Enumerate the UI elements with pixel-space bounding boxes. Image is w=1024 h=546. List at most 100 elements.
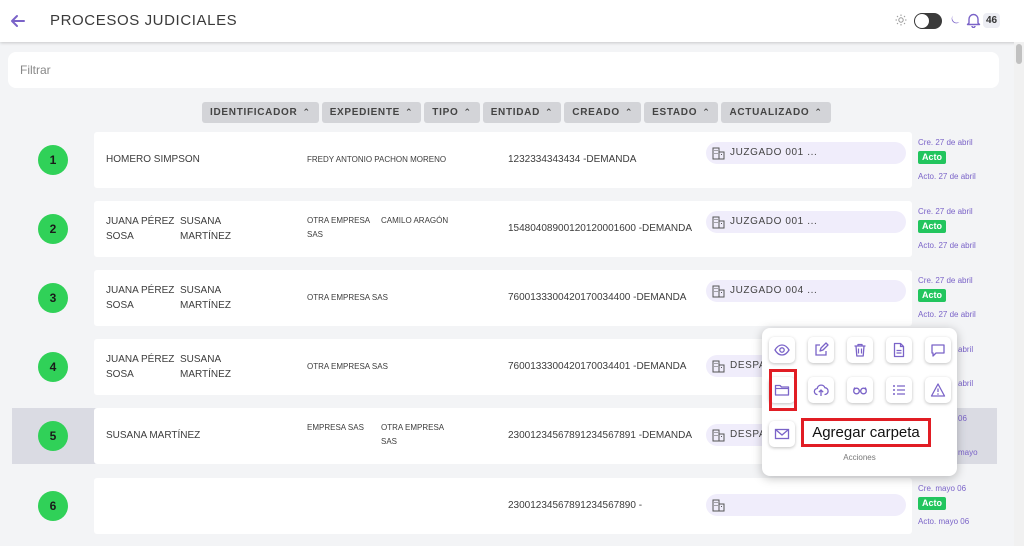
party-line: JUANA PÉREZ bbox=[106, 354, 175, 365]
party-name: JUANA PÉREZ SOSA bbox=[106, 283, 174, 313]
view-button[interactable] bbox=[769, 337, 795, 363]
sort-expediente[interactable]: EXPEDIENTE ⌃ bbox=[321, 102, 422, 123]
process-card[interactable]: JUANA PÉREZ SOSA SUSANA MARTÍNEZ OTRA EMPR… bbox=[94, 201, 912, 257]
process-card[interactable]: JUANA PÉREZ SOSA SUSANA MARTÍNEZ OTRA EMPR… bbox=[94, 270, 912, 326]
mail-icon bbox=[774, 428, 790, 440]
org-line: OTRA EMPRESA bbox=[307, 216, 371, 225]
column-label: ACTUALIZADO bbox=[729, 107, 810, 118]
sort-identificador[interactable]: IDENTIFICADOR ⌃ bbox=[202, 102, 319, 123]
party-name: SUSANA MARTÍNEZ bbox=[180, 352, 231, 382]
party-name: SUSANA MARTÍNEZ bbox=[180, 283, 231, 313]
row-number: 1 bbox=[38, 145, 68, 175]
building-icon bbox=[712, 429, 725, 442]
party-name: SUSANA MARTÍNEZ bbox=[180, 214, 231, 244]
party-line: JUANA PÉREZ bbox=[106, 216, 175, 227]
bell-icon[interactable] bbox=[966, 12, 981, 28]
building-icon bbox=[712, 499, 725, 512]
column-label: CREADO bbox=[572, 107, 620, 118]
status-badge: Acto bbox=[918, 497, 946, 510]
document-button[interactable] bbox=[886, 337, 912, 363]
updated-date: Acto. mayo 06 bbox=[918, 517, 970, 526]
court-name: JUZGADO 001 ... bbox=[730, 216, 818, 227]
chevron-up-icon: ⌃ bbox=[624, 107, 634, 117]
status-badge: Acto bbox=[918, 151, 946, 164]
alert-button[interactable] bbox=[925, 377, 951, 403]
edit-button[interactable] bbox=[808, 337, 834, 363]
expediente-number: 76001333004201700344​00 -DEMANDA bbox=[508, 292, 687, 303]
party-line: SUSANA bbox=[180, 216, 222, 227]
organization-name: OTRA EMPRESA SAS bbox=[381, 421, 444, 449]
sort-entidad[interactable]: ENTIDAD ⌃ bbox=[482, 102, 562, 123]
chevron-up-icon: ⌃ bbox=[702, 107, 711, 117]
filter-input[interactable] bbox=[8, 52, 999, 88]
delete-button[interactable] bbox=[847, 337, 873, 363]
created-date-peek: abril bbox=[958, 345, 974, 354]
table-row: 1 HOMERO SIMPSON FREDY ANTONIO PACHON MO… bbox=[0, 132, 1000, 188]
cloud-upload-icon bbox=[813, 384, 829, 396]
organization-name: EMPRESA SAS bbox=[307, 423, 364, 432]
row-number: 2 bbox=[38, 214, 68, 244]
sun-icon bbox=[895, 14, 907, 26]
party-line: SUSANA bbox=[180, 354, 222, 365]
updated-date-peek: mayo bbox=[958, 448, 978, 457]
status-badge: Acto bbox=[918, 220, 946, 233]
building-icon bbox=[712, 147, 725, 160]
status-badge: Acto bbox=[918, 289, 946, 302]
row-number: 6 bbox=[38, 491, 68, 521]
expediente-number: 230012345678912345678​90 - bbox=[508, 500, 643, 511]
table-row: 6 230012345678912345678​90 - Cre. mayo 0… bbox=[0, 478, 1000, 534]
party-name: SUSANA MARTÍNEZ bbox=[106, 430, 201, 441]
sort-tipo[interactable]: TIPO ⌃ bbox=[424, 102, 480, 123]
court-name: DESPA bbox=[730, 360, 767, 371]
org-line: SAS bbox=[307, 230, 324, 239]
court-chip: JUZGADO 001 ... bbox=[706, 211, 906, 233]
party-name: HOMERO SIMPSON bbox=[106, 154, 200, 165]
comment-button[interactable] bbox=[925, 337, 951, 363]
court-chip: JUZGADO 001 ... bbox=[706, 142, 906, 164]
scrollbar-thumb[interactable] bbox=[1016, 44, 1022, 64]
back-arrow-icon[interactable] bbox=[8, 11, 28, 31]
column-label: IDENTIFICADOR bbox=[210, 107, 298, 118]
updated-date: Acto. 27 de abril bbox=[918, 172, 976, 181]
process-card[interactable]: HOMERO SIMPSON FREDY ANTONIO PACHON MORE… bbox=[94, 132, 912, 188]
toggle-knob bbox=[915, 14, 929, 28]
sort-estado[interactable]: ESTADO ⌃ bbox=[644, 102, 719, 123]
chevron-up-icon: ⌃ bbox=[463, 107, 472, 117]
column-label: TIPO bbox=[432, 107, 459, 118]
eye-icon bbox=[774, 344, 790, 356]
page-title: PROCESOS JUDICIALES bbox=[50, 12, 238, 29]
upload-button[interactable] bbox=[808, 377, 834, 403]
court-name: JUZGADO 004 ... bbox=[730, 285, 818, 296]
folder-highlight-box bbox=[769, 369, 797, 411]
organization-name: FREDY ANTONIO PACHON MORENO bbox=[307, 155, 447, 164]
list-icon bbox=[893, 385, 905, 395]
theme-toggle[interactable] bbox=[914, 13, 942, 29]
sort-actualizado[interactable]: ACTUALIZADO ⌃ bbox=[721, 102, 831, 123]
created-date: Cre. 27 de abril bbox=[918, 276, 973, 285]
sort-creado[interactable]: CREADO ⌃ bbox=[564, 102, 642, 123]
organization-name: OTRA EMPRESA SAS bbox=[307, 214, 370, 242]
scrollbar[interactable] bbox=[1014, 42, 1024, 546]
building-icon bbox=[712, 360, 725, 373]
party-line: SOSA bbox=[106, 231, 134, 242]
building-icon bbox=[712, 216, 725, 229]
party-line: MARTÍNEZ bbox=[180, 369, 231, 380]
review-button[interactable] bbox=[847, 377, 873, 403]
created-date-peek: 06 bbox=[958, 414, 967, 423]
process-card[interactable]: 230012345678912345678​90 - bbox=[94, 478, 912, 534]
chevron-up-icon: ⌃ bbox=[302, 107, 311, 117]
party-line: JUANA PÉREZ bbox=[106, 285, 175, 296]
court-chip bbox=[706, 494, 906, 516]
table-row: 2 JUANA PÉREZ SOSA SUSANA MARTÍNEZ OTRA EM… bbox=[0, 201, 1000, 257]
list-button[interactable] bbox=[886, 377, 912, 403]
party-line: MARTÍNEZ bbox=[180, 300, 231, 311]
court-name: DESPA bbox=[730, 429, 767, 440]
chevron-up-icon: ⌃ bbox=[814, 107, 823, 117]
party-line: SOSA bbox=[106, 300, 134, 311]
actions-label: Acciones bbox=[843, 453, 876, 462]
expediente-number: 1232334343434 -DEMANDA bbox=[508, 154, 637, 165]
organization-name: OTRA EMPRESA SAS bbox=[307, 293, 388, 302]
email-button[interactable] bbox=[769, 421, 795, 447]
table-row: 3 JUANA PÉREZ SOSA SUSANA MARTÍNEZ OTRA EM… bbox=[0, 270, 1000, 326]
created-date: Cre. 27 de abril bbox=[918, 207, 973, 216]
